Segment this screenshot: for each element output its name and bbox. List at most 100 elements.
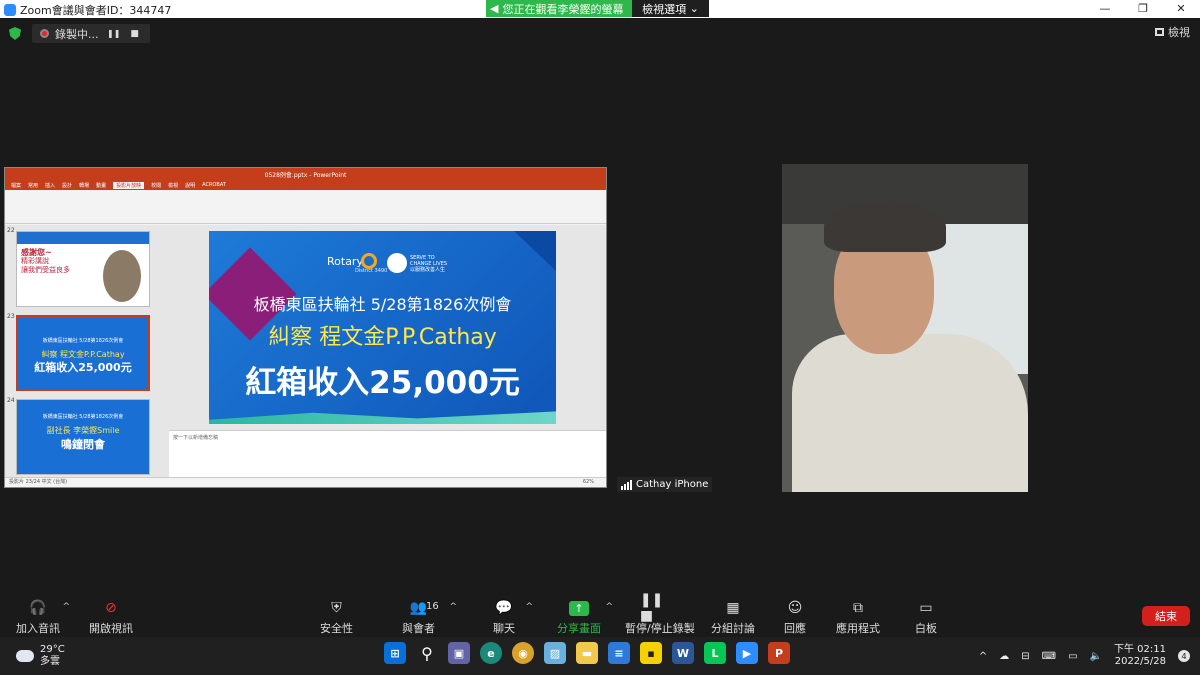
start-video-button[interactable]: ⊘ 開啟視訊 [89,599,133,636]
pause-recording-button[interactable]: ❚❚ [107,29,120,38]
participants-label: 與會者 [402,622,435,635]
slide-wave [209,411,556,424]
weather-widget[interactable]: 29°C 多雲 [16,644,65,668]
ppt-tab: 常用 [28,182,39,189]
security-button[interactable]: ⛨ 安全性 [320,599,353,636]
share-screen-button[interactable]: ↑ 分享畫面 ^ [557,599,613,636]
chevron-up-icon[interactable]: ^ [525,602,533,612]
chat-label: 聊天 [493,622,515,635]
shield-icon[interactable] [9,27,21,40]
share-banner: ◀ 您正在觀看李榮鏗的螢幕 檢視選項 ⌄ [486,0,709,17]
video-person [824,202,946,252]
notes-placeholder: 按一下以新增備忘稿 [173,435,219,441]
breakout-rooms-button[interactable]: ▦ 分組討論 [711,599,755,636]
ppt-title-bar: 0528例會.pptx - PowerPoint [5,168,606,180]
zoom-app-icon[interactable]: ▶ [736,642,758,664]
end-meeting-button[interactable]: 結束 [1142,606,1190,626]
view-options-button[interactable]: 檢視選項 ⌄ [632,0,709,17]
breakout-rooms-label: 分組討論 [711,622,755,635]
keyboard-icon[interactable]: ⌨ [1042,651,1056,662]
edge-icon[interactable]: e [480,642,502,664]
video-person [792,334,1028,492]
pause-stop-recording-label: 暫停/停止錄製 [625,622,695,635]
zoom-logo-icon [4,4,16,16]
whiteboard-icon: ▭ [919,600,933,616]
window-title: Zoom會議與會者ID：344747 [20,4,172,17]
rotary-brand: Rotary [327,255,363,268]
chrome-icon[interactable]: ◉ [512,642,534,664]
chevron-up-icon[interactable]: ^ [979,651,987,662]
view-button-label: 檢視 [1168,26,1190,39]
slide-decoration [514,231,556,271]
ppt-tab: 檢視 [168,182,179,189]
end-meeting-label: 結束 [1155,610,1177,623]
shared-screen: 0528例會.pptx - PowerPoint 檔案 常用 插入 設計 轉場 … [4,167,607,488]
file-explorer-icon[interactable]: ▬ [576,642,598,664]
ppt-tab: 檔案 [11,182,22,189]
restore-button[interactable]: ❐ [1124,0,1162,18]
slide-thumbnail: 感謝您~ 精彩講說 讓我們受益良多 [16,231,150,307]
window-titlebar: Zoom會議與會者ID：344747 ◀ 您正在觀看李榮鏗的螢幕 檢視選項 ⌄ … [0,0,1200,18]
meeting-toolbar: 🎧 加入音訊 ^ ⊘ 開啟視訊 ⛨ 安全性 👥 16 與會者 ^ 💬 聊天 ^ … [0,592,1200,637]
chevron-down-icon: ⌄ [686,2,699,15]
cloud-icon [16,650,34,662]
teams-chat-icon[interactable]: ▣ [448,642,470,664]
ppt-zoom-level: 62% [582,479,594,485]
grid-icon: ▦ [726,600,740,616]
notepad-icon[interactable]: ≡ [608,642,630,664]
slide-thumbnails: 22 感謝您~ 精彩講說 讓我們受益良多 23 板橋東區扶輪社 5/28第182… [5,225,157,477]
search-icon[interactable]: ⚲ [416,642,438,664]
share-screen-label: 分享畫面 [557,622,601,635]
ppt-status-bar: 投影片 23/24 中文 (台灣) 62% [5,477,606,487]
rotary-district: District 3490 [355,268,388,274]
join-audio-label: 加入音訊 [16,622,60,635]
participant-video[interactable] [782,164,1028,492]
apps-button[interactable]: ⧉ 應用程式 [836,599,880,636]
thumbnail-line: 副社長 李榮鏗Smile [46,426,120,435]
minimize-button[interactable]: — [1086,0,1124,18]
word-icon[interactable]: W [672,642,694,664]
ppt-workspace: 22 感謝您~ 精彩講說 讓我們受益良多 23 板橋東區扶輪社 5/28第182… [5,225,606,477]
onedrive-icon[interactable]: ☁ [999,651,1009,662]
notification-badge[interactable]: 4 [1178,650,1190,662]
taskbar-apps: ⊞ ⚲ ▣ e ◉ ▨ ▬ ≡ ▪ W L ▶ P [384,642,790,664]
thumbnail-line: 板橋東區扶輪社 5/28第1826次例會 [42,414,124,420]
thumbnail-line: 鳴鐘閉會 [61,438,105,451]
start-video-label: 開啟視訊 [89,622,133,635]
close-button[interactable]: ✕ [1162,0,1200,18]
line-icon[interactable]: L [704,642,726,664]
powerpoint-icon[interactable]: P [768,642,790,664]
chevron-up-icon[interactable]: ^ [62,602,70,612]
stop-recording-button[interactable]: ■ [130,29,139,39]
chat-button[interactable]: 💬 聊天 ^ [493,599,533,636]
apps-label: 應用程式 [836,622,880,635]
network-icon[interactable]: ⊟ [1021,651,1029,662]
chevron-up-icon[interactable]: ^ [449,602,457,612]
slogan-line: 以服務改善人生 [410,267,446,273]
photos-icon[interactable]: ▨ [544,642,566,664]
view-button[interactable]: 檢視 [1155,24,1190,40]
participant-name-tag: Cathay iPhone [617,477,713,492]
slide-thumbnail-active: 板橋東區扶輪社 5/28第1826次例會 糾察 程文金P.P.Cathay 紅箱… [16,315,150,391]
serve-slogan: SERVE TO CHANGE LIVES 以服務改善人生 [410,255,447,273]
volume-icon[interactable]: 🔈 [1090,651,1102,662]
join-audio-button[interactable]: 🎧 加入音訊 ^ [16,599,70,636]
notes-pane: 按一下以新增備忘稿 [169,430,606,477]
start-icon[interactable]: ⊞ [384,642,406,664]
recording-label: 錄製中... [55,27,99,41]
display-icon[interactable]: ▭ [1068,651,1077,662]
share-banner-status: ◀ 您正在觀看李榮鏗的螢幕 [486,0,632,17]
reactions-button[interactable]: ☺ 回應 [784,599,806,636]
windows-taskbar: 29°C 多雲 ⊞ ⚲ ▣ e ◉ ▨ ▬ ≡ ▪ W L ▶ P ^ ☁ ⊟ … [0,637,1200,675]
sticky-notes-icon[interactable]: ▪ [640,642,662,664]
pause-stop-recording-button[interactable]: ❚❚ ■ 暫停/停止錄製 [625,592,695,636]
whiteboard-button[interactable]: ▭ 白板 [915,599,937,636]
participants-button[interactable]: 👥 16 與會者 ^ [402,599,457,636]
slide-thumbnail: 板橋東區扶輪社 5/28第1826次例會 副社長 李榮鏗Smile 鳴鐘閉會 [16,399,150,475]
clock-time: 下午 02:11 [1114,644,1166,655]
thumbnail-line: 紅箱收入25,000元 [34,361,132,374]
chevron-up-icon[interactable]: ^ [605,602,613,612]
clock-date: 2022/5/28 [1114,656,1166,667]
headphones-icon: 🎧 [29,600,47,616]
clock[interactable]: 下午 02:11 2022/5/28 [1114,644,1166,668]
